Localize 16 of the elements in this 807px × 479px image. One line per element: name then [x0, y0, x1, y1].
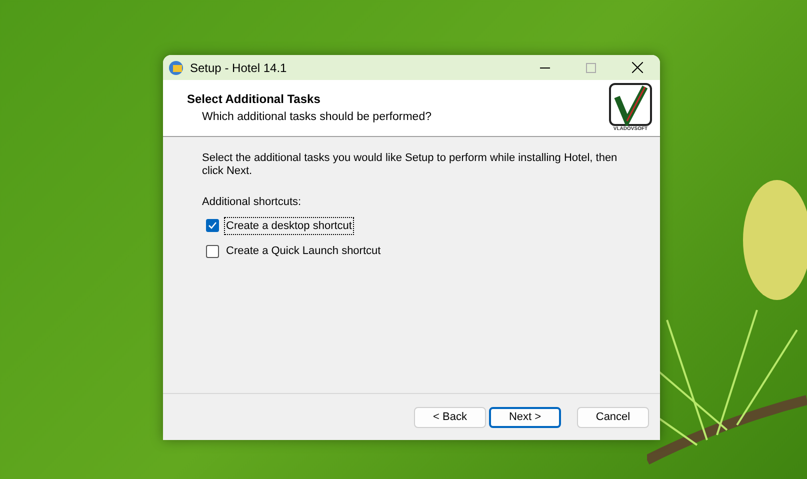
wizard-button[interactable]: Cancel — [577, 406, 649, 428]
task-checkbox[interactable]: Create a Quick Launch shortcut — [206, 242, 621, 260]
page-subtitle: Which additional tasks should be performed? — [201, 110, 432, 125]
task-label: Create a Quick Launch shortcut — [225, 244, 382, 259]
window-title: Setup - Hotel 14.1 — [190, 60, 287, 76]
page-title: Select Additional Tasks — [187, 91, 322, 108]
close-icon — [632, 62, 642, 73]
setup-app-icon — [168, 60, 184, 76]
instructions-text: Select the additional tasks you would like Setup to perform while installing Hotel, then click Next. — [202, 152, 618, 178]
wizard-button[interactable]: < Back — [414, 406, 486, 428]
task-checkbox[interactable]: Create a desktop shortcut — [206, 216, 621, 235]
checkmark-logo-icon — [609, 83, 652, 126]
group-label: Additional shortcuts: — [202, 195, 302, 210]
wizard-button[interactable]: Next > — [489, 406, 561, 428]
task-label: Create a desktop shortcut — [224, 216, 354, 235]
maximize-icon — [586, 62, 596, 72]
